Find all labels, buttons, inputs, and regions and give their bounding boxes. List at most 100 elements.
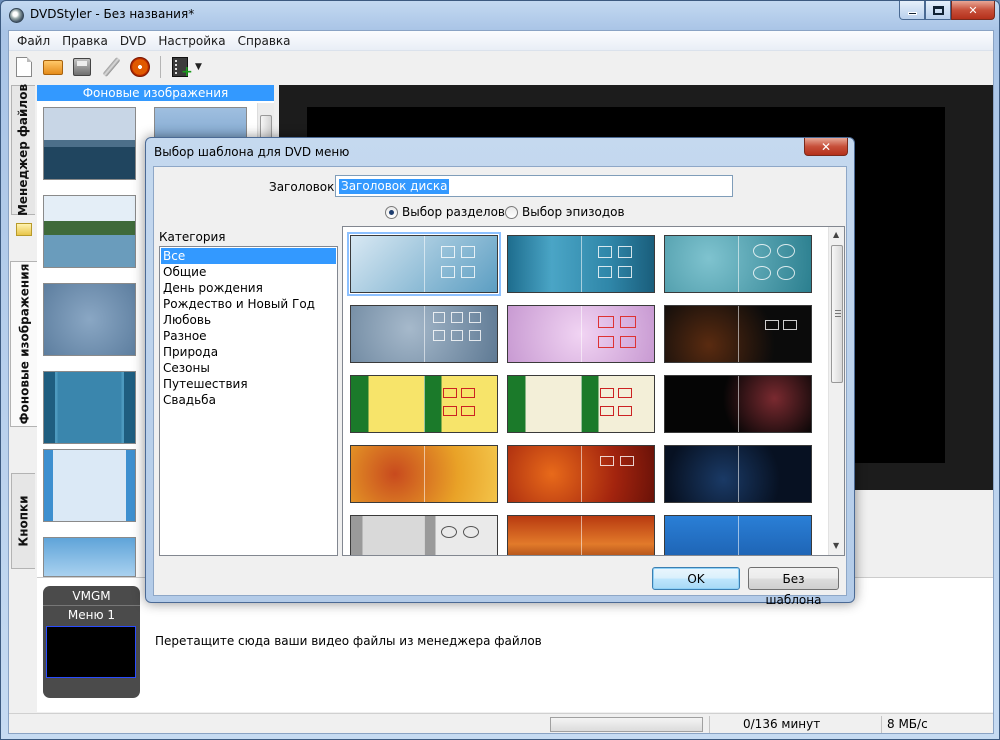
settings-button[interactable] <box>99 55 123 79</box>
template-thumbnail[interactable] <box>664 235 812 293</box>
template-grid[interactable]: ▲ ▼ <box>342 226 845 556</box>
header-input[interactable]: Заголовок диска <box>335 175 733 197</box>
template-divider <box>738 516 739 555</box>
status-separator <box>709 716 710 733</box>
dialog-close-button[interactable]: ✕ <box>804 138 848 156</box>
save-button[interactable] <box>70 55 94 79</box>
category-item[interactable]: Общие <box>161 264 336 280</box>
window-title: DVDStyler - Без названия* <box>30 7 195 21</box>
add-video-dropdown-icon[interactable]: ▼ <box>195 62 202 72</box>
scrollbar-thumb[interactable] <box>831 245 843 383</box>
title-bar[interactable]: DVDStyler - Без названия* ✕ <box>1 1 1000 29</box>
menu-file[interactable]: Файл <box>11 34 56 48</box>
template-grid-scrollbar[interactable]: ▲ ▼ <box>828 227 844 555</box>
category-item[interactable]: Путешествия <box>161 376 336 392</box>
template-divider <box>424 446 425 502</box>
category-item[interactable]: Свадьба <box>161 392 336 408</box>
category-item[interactable]: Природа <box>161 344 336 360</box>
template-thumbnail[interactable] <box>664 375 812 433</box>
template-button-box <box>461 406 475 416</box>
template-thumbnail[interactable] <box>350 515 498 555</box>
template-thumbnail[interactable] <box>507 235 655 293</box>
radio-episodes[interactable]: Выбор эпизодов <box>505 205 625 219</box>
ok-button[interactable]: OK <box>652 567 740 590</box>
radio-chapters-indicator[interactable] <box>385 205 398 219</box>
template-button-box <box>451 330 463 341</box>
save-icon <box>73 58 91 76</box>
scroll-up-icon[interactable]: ▲ <box>833 230 839 239</box>
template-thumbnail[interactable] <box>507 305 655 363</box>
template-oval-button <box>777 266 795 280</box>
close-icon: ✕ <box>968 3 978 17</box>
category-item[interactable]: Все <box>161 248 336 264</box>
dialog-body: Заголовок: Заголовок диска Выбор раздело… <box>153 166 847 607</box>
background-thumbnail[interactable] <box>43 449 136 522</box>
tab-buttons[interactable]: Кнопки <box>11 473 35 569</box>
close-icon: ✕ <box>820 139 832 154</box>
no-template-button[interactable]: Без шаблона <box>748 567 839 607</box>
template-button-box <box>451 312 463 323</box>
template-button-box <box>441 266 455 278</box>
category-item[interactable]: День рождения <box>161 280 336 296</box>
close-button[interactable]: ✕ <box>951 1 995 20</box>
vmgm-block[interactable]: VMGM Меню 1 <box>43 586 140 698</box>
new-button[interactable] <box>12 55 36 79</box>
template-thumbnail[interactable] <box>664 515 812 555</box>
category-item[interactable]: Сезоны <box>161 360 336 376</box>
template-button-box <box>469 330 481 341</box>
template-thumbnail[interactable] <box>347 232 501 296</box>
template-button-box <box>618 246 632 258</box>
bitrate-status: 8 МБ/с <box>887 717 928 731</box>
menu-dvd[interactable]: DVD <box>114 34 152 48</box>
burn-button[interactable] <box>128 55 152 79</box>
settings-wrench-icon <box>102 56 121 78</box>
radio-episodes-indicator[interactable] <box>505 205 518 219</box>
category-item[interactable]: Разное <box>161 328 336 344</box>
maximize-icon <box>932 5 944 15</box>
maximize-button[interactable] <box>925 1 951 20</box>
template-divider <box>581 516 582 555</box>
minimize-button[interactable] <box>899 1 925 20</box>
tab-backgrounds-label: Фоновые изображения <box>17 263 31 425</box>
background-thumbnail[interactable] <box>43 283 136 356</box>
template-thumbnail[interactable] <box>507 515 655 555</box>
status-bar: 0/136 минут 8 МБ/с <box>9 713 993 733</box>
category-item[interactable]: Рождество и Новый Год <box>161 296 336 312</box>
template-thumbnail[interactable] <box>350 375 498 433</box>
tab-file-manager[interactable]: Менеджер файлов <box>11 83 35 217</box>
template-thumbnail[interactable] <box>350 305 498 363</box>
menu-bar: Файл Правка DVD Настройка Справка <box>9 31 993 51</box>
scroll-down-icon[interactable]: ▼ <box>833 541 839 550</box>
background-thumbnail[interactable] <box>43 107 136 180</box>
menu1-thumbnail[interactable] <box>46 626 136 678</box>
template-thumbnail[interactable] <box>507 445 655 503</box>
background-thumbnail[interactable] <box>43 537 136 577</box>
tab-file-manager-label: Менеджер файлов <box>16 83 31 217</box>
category-item[interactable]: Любовь <box>161 312 336 328</box>
dvdstyler-app-icon[interactable] <box>9 8 24 23</box>
add-video-button[interactable]: + <box>169 55 193 79</box>
template-button-box <box>598 266 612 278</box>
menu-help[interactable]: Справка <box>232 34 297 48</box>
template-thumbnail[interactable] <box>664 445 812 503</box>
new-file-icon <box>16 57 32 77</box>
menu-edit[interactable]: Правка <box>56 34 114 48</box>
template-button-box <box>618 388 632 398</box>
category-list[interactable]: Все Общие День рождения Рождество и Новы… <box>159 246 338 556</box>
menu-settings[interactable]: Настройка <box>152 34 231 48</box>
radio-chapters[interactable]: Выбор разделов <box>385 205 505 219</box>
status-separator <box>881 716 882 733</box>
template-oval-button <box>753 244 771 258</box>
template-thumbnail[interactable] <box>664 305 812 363</box>
tab-backgrounds[interactable]: Фоновые изображения <box>10 261 37 427</box>
template-thumbnail[interactable] <box>507 375 655 433</box>
background-thumbnail[interactable] <box>43 195 136 268</box>
template-button-box <box>433 330 445 341</box>
template-thumbnail[interactable] <box>350 445 498 503</box>
vmgm-divider <box>43 605 140 606</box>
background-thumbnail[interactable] <box>43 371 136 444</box>
template-divider <box>581 306 582 362</box>
open-button[interactable] <box>41 55 65 79</box>
backgrounds-header: Фоновые изображения <box>37 85 274 101</box>
tab-buttons-label: Кнопки <box>16 495 31 547</box>
